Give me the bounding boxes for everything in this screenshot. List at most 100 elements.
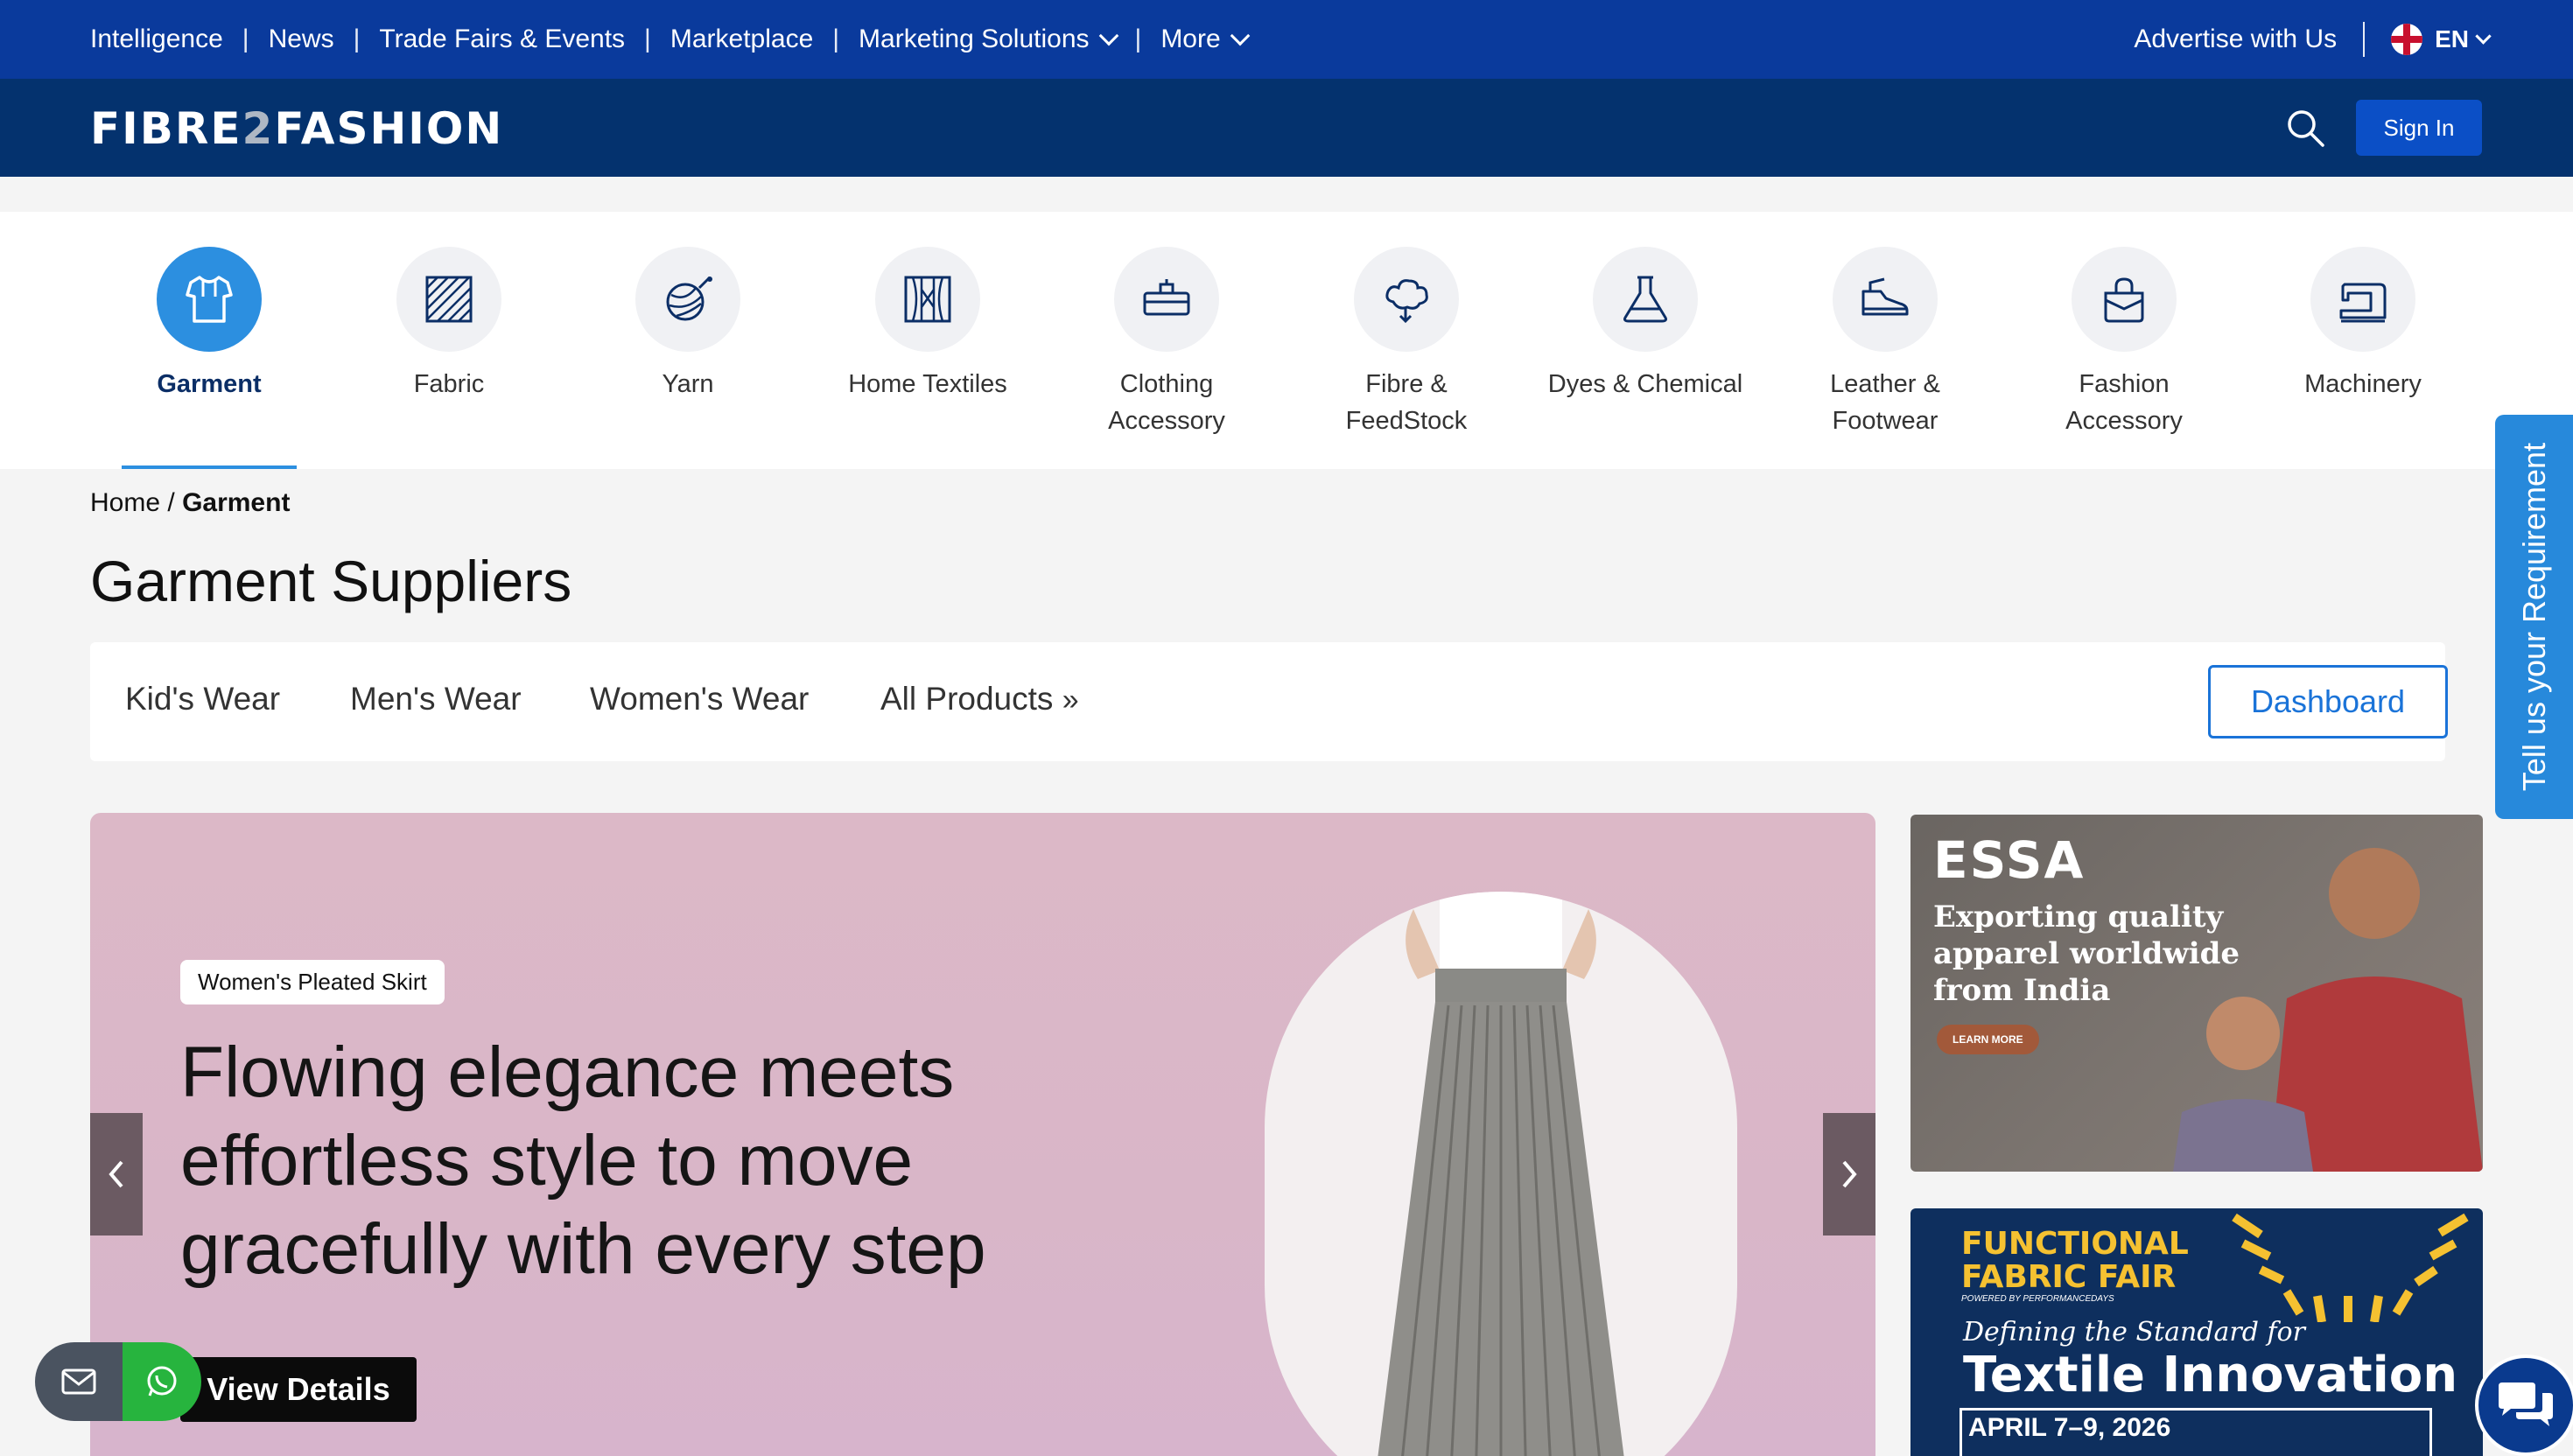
top-nav-marketplace[interactable]: Marketplace xyxy=(670,24,813,54)
double-chevron-right-icon: » xyxy=(1062,683,1079,717)
category-machinery[interactable]: Machinery xyxy=(2258,247,2468,402)
fair-powered-by: POWERED BY PERFORMANCEDAYS xyxy=(1961,1294,2114,1304)
fabric-fair-advertisement[interactable]: FUNCTIONAL FABRIC FAIR POWERED BY PERFOR… xyxy=(1910,1208,2483,1456)
tab-mens-wear[interactable]: Men's Wear xyxy=(350,681,522,718)
chat-widget-button[interactable] xyxy=(2475,1354,2573,1456)
chevron-down-icon xyxy=(2475,27,2492,45)
top-nav-marketing-solutions[interactable]: Marketing Solutions xyxy=(859,24,1118,54)
mail-icon xyxy=(61,1368,96,1395)
sewing-machine-icon xyxy=(2339,283,2387,323)
top-nav: Intelligence | News | Trade Fairs & Even… xyxy=(90,0,1250,79)
category-icon-circle xyxy=(875,247,980,352)
fair-headline: Textile Innovation xyxy=(1963,1347,2458,1404)
tab-kids-wear[interactable]: Kid's Wear xyxy=(125,681,280,718)
nav-separator: | xyxy=(644,24,651,53)
side-tab-label: Tell us your Requirement xyxy=(2515,442,2552,792)
requirement-side-tab[interactable]: Tell us your Requirement xyxy=(2495,415,2573,819)
main-header: FIBRE2FASHION Sign In xyxy=(0,79,2573,177)
category-yarn[interactable]: Yarn xyxy=(583,247,793,402)
category-icon-circle xyxy=(1833,247,1938,352)
learn-more-button[interactable]: LEARN MORE xyxy=(1937,1025,2039,1054)
category-dyes-chemical[interactable]: Dyes & Chemical xyxy=(1540,247,1750,402)
category-leather-footwear[interactable]: Leather & Footwear xyxy=(1780,247,1990,439)
top-nav-more[interactable]: More xyxy=(1160,24,1250,54)
email-button[interactable] xyxy=(35,1342,123,1421)
uk-flag-icon xyxy=(2391,24,2423,55)
pleated-skirt-illustration xyxy=(1378,892,1624,1456)
top-nav-marketing-solutions-label: Marketing Solutions xyxy=(859,24,1090,53)
logo-text-fibre: FIBRE xyxy=(90,103,242,154)
nav-separator: | xyxy=(353,24,361,53)
category-clothing-accessory[interactable]: Clothing Accessory xyxy=(1062,247,1272,439)
category-label: Leather & Footwear xyxy=(1830,370,1940,435)
category-fibre-feedstock[interactable]: Fibre & FeedStock xyxy=(1301,247,1511,439)
view-details-button[interactable]: View Details xyxy=(180,1357,417,1422)
category-icon-circle xyxy=(157,247,262,352)
top-nav-news[interactable]: News xyxy=(269,24,334,54)
carousel-prev-button[interactable] xyxy=(90,1113,143,1236)
category-icon-circle xyxy=(396,247,501,352)
whatsapp-button[interactable] xyxy=(123,1342,201,1421)
category-fashion-accessory[interactable]: Fashion Accessory xyxy=(2019,247,2229,439)
category-home-textiles[interactable]: Home Textiles xyxy=(823,247,1033,402)
product-image xyxy=(1265,892,1737,1456)
category-label: Fashion Accessory xyxy=(2065,370,2183,435)
category-garment[interactable]: Garment xyxy=(104,247,314,402)
carousel-next-button[interactable] xyxy=(1823,1113,1875,1236)
tab-all-products[interactable]: All Products » xyxy=(880,681,1079,718)
clothing-accessory-icon xyxy=(1143,279,1190,316)
breadcrumb-separator: / xyxy=(167,488,175,517)
essa-logo: ESSA xyxy=(1933,830,2086,890)
fair-title-line: FABRIC FAIR xyxy=(1961,1259,2177,1295)
top-utility-bar: Intelligence | News | Trade Fairs & Even… xyxy=(0,0,2573,79)
search-icon[interactable] xyxy=(2284,107,2326,149)
chevron-left-icon xyxy=(109,1160,123,1188)
top-nav-more-label: More xyxy=(1160,24,1221,53)
site-logo[interactable]: FIBRE2FASHION xyxy=(90,103,503,154)
home-textiles-icon xyxy=(904,276,951,323)
language-label: EN xyxy=(2435,25,2469,52)
fibre-icon xyxy=(1385,279,1428,324)
category-label: Home Textiles xyxy=(848,370,1007,398)
bag-icon xyxy=(2104,277,2144,323)
fair-dates: APRIL 7–9, 2026 xyxy=(1968,1413,2171,1442)
breadcrumb-home[interactable]: Home xyxy=(90,488,160,517)
category-icon-circle xyxy=(635,247,740,352)
tab-womens-wear[interactable]: Women's Wear xyxy=(590,681,809,718)
category-icon-circle xyxy=(1354,247,1459,352)
tab-all-products-label: All Products xyxy=(880,681,1054,717)
nav-separator: | xyxy=(242,24,249,53)
top-nav-trade-fairs[interactable]: Trade Fairs & Events xyxy=(379,24,625,54)
hero-banner: Women's Pleated Skirt Flowing elegance m… xyxy=(90,813,1875,1456)
active-category-underline xyxy=(122,466,297,469)
category-fabric[interactable]: Fabric xyxy=(344,247,554,402)
floating-contact-widget xyxy=(35,1342,201,1421)
top-nav-intelligence[interactable]: Intelligence xyxy=(90,24,223,54)
garment-icon xyxy=(186,276,233,323)
sign-in-button[interactable]: Sign In xyxy=(2356,100,2482,156)
essa-advertisement[interactable]: ESSA Exporting quality apparel worldwide… xyxy=(1910,815,2483,1172)
category-label: Yarn xyxy=(662,370,714,398)
category-label: Garment xyxy=(157,370,262,398)
logo-text-two: 2 xyxy=(242,103,275,154)
logo-text-fashion: FASHION xyxy=(274,103,504,154)
yarn-icon xyxy=(666,276,712,321)
nav-separator: | xyxy=(1134,24,1142,53)
advertise-link[interactable]: Advertise with Us xyxy=(2134,24,2337,54)
models-illustration xyxy=(2173,848,2483,1172)
category-label: Dyes & Chemical xyxy=(1547,370,1743,398)
category-icon-circle xyxy=(2072,247,2177,352)
product-badge: Women's Pleated Skirt xyxy=(180,960,445,1004)
chevron-down-icon xyxy=(1098,25,1118,46)
breadcrumb-current: Garment xyxy=(182,488,291,517)
fair-title-line: FUNCTIONAL xyxy=(1961,1226,2189,1262)
chat-icon xyxy=(2499,1382,2553,1426)
fabric-icon xyxy=(425,276,473,323)
category-bar: Garment Fabric Yarn Home Textiles Clothi… xyxy=(0,212,2573,469)
chevron-right-icon xyxy=(1842,1160,1857,1188)
dashboard-button[interactable]: Dashboard xyxy=(2208,665,2448,738)
product-subnav: Kid's Wear Men's Wear Women's Wear All P… xyxy=(90,642,2448,761)
language-selector[interactable]: EN xyxy=(2391,24,2492,55)
sunburst-graphic xyxy=(2232,1213,2469,1322)
breadcrumb: Home / Garment xyxy=(90,488,290,518)
